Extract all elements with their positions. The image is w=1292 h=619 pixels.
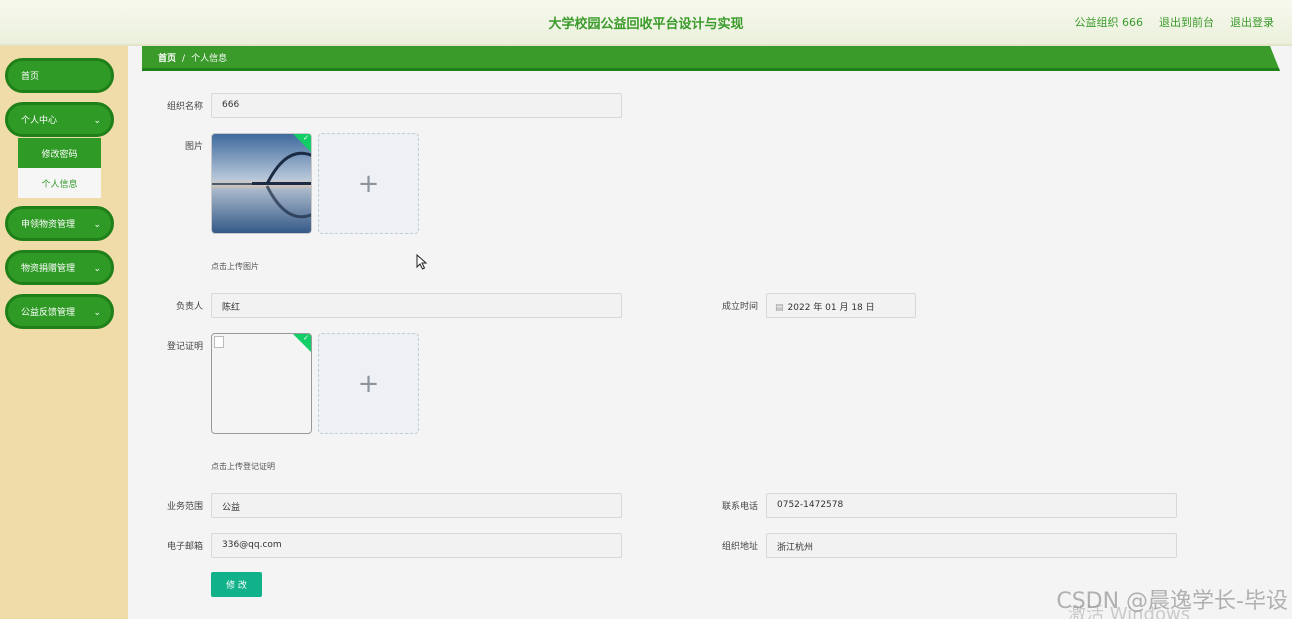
submenu-label: 修改密码 [41, 149, 78, 160]
phone-label: 联系电话 [721, 502, 758, 512]
org-name-field[interactable]: 666 [211, 93, 622, 118]
submenu-label: 个人信息 [41, 179, 78, 190]
top-header: 大学校园公益回收平台设计与实现 公益组织 666 退出到前台 退出登录 [0, 0, 1292, 46]
sidebar-item-feedback-management[interactable]: 公益反馈管理 ⌄ [5, 294, 114, 329]
uploaded-certificate-thumbnail[interactable]: ✓ [211, 333, 312, 434]
image-upload-hint: 点击上传图片 [211, 262, 259, 271]
image-label: 图片 [184, 142, 203, 152]
chevron-down-icon: ⌄ [93, 220, 101, 230]
founded-date-label: 成立时间 [721, 302, 758, 312]
plus-icon: + [357, 368, 380, 399]
certificate-label: 登记证明 [166, 342, 203, 352]
breadcrumb-current: 个人信息 [191, 54, 228, 64]
breadcrumb: 首页 / 个人信息 [142, 46, 1280, 71]
logout-link[interactable]: 退出登录 [1230, 14, 1274, 30]
address-field[interactable]: 浙江杭州 [766, 533, 1177, 558]
sidebar-item-label: 公益反馈管理 [21, 308, 76, 318]
chevron-down-icon: ⌄ [93, 116, 101, 126]
business-scope-label: 业务范围 [166, 502, 203, 512]
image-upload-button[interactable]: + [318, 133, 419, 234]
chevron-down-icon: ⌄ [93, 264, 101, 274]
leader-field[interactable]: 陈红 [211, 293, 622, 318]
breadcrumb-separator: / [182, 54, 186, 64]
sidebar-item-personal-center[interactable]: 个人中心 ⌄ [5, 102, 114, 137]
sidebar-subitem-change-password[interactable]: 修改密码 [18, 138, 101, 168]
sidebar-item-label: 申领物资管理 [21, 220, 76, 230]
upload-success-badge [292, 334, 311, 353]
sidebar-item-donation-management[interactable]: 物资捐赠管理 ⌄ [5, 250, 114, 285]
chevron-down-icon: ⌄ [93, 308, 101, 318]
certificate-upload-button[interactable]: + [318, 333, 419, 434]
breadcrumb-home[interactable]: 首页 [158, 54, 176, 64]
sidebar-item-claim-supplies[interactable]: 申领物资管理 ⌄ [5, 206, 114, 241]
email-label: 电子邮箱 [166, 542, 203, 552]
calendar-icon: ▤ [775, 303, 784, 313]
uploaded-image-thumbnail[interactable]: ✓ [211, 133, 312, 234]
upload-success-badge [292, 134, 311, 153]
sidebar: 首页 个人中心 ⌄ 修改密码 个人信息 申领物资管理 ⌄ 物资捐赠管理 ⌄ 公益… [0, 46, 128, 619]
sidebar-item-label: 首页 [21, 72, 40, 82]
sidebar-item-label: 物资捐赠管理 [21, 264, 76, 274]
plus-icon: + [357, 168, 380, 199]
founded-date-value: 2022 年 01 月 18 日 [787, 303, 875, 313]
business-scope-field[interactable]: 公益 [211, 493, 622, 518]
current-user-label[interactable]: 公益组织 666 [1075, 14, 1144, 30]
broken-image-icon [214, 336, 224, 348]
sidebar-subitem-personal-info[interactable]: 个人信息 [18, 168, 101, 198]
breadcrumb-trail: 首页 / 个人信息 [158, 51, 227, 64]
address-label: 组织地址 [721, 542, 758, 552]
sidebar-item-label: 个人中心 [21, 116, 58, 126]
leader-label: 负责人 [175, 302, 203, 312]
mouse-cursor-icon [416, 254, 428, 270]
submit-button[interactable]: 修 改 [211, 572, 262, 597]
sidebar-item-home[interactable]: 首页 [5, 58, 114, 93]
csdn-watermark: CSDN @晨逸学长-毕设 [1056, 589, 1288, 614]
certificate-upload-hint: 点击上传登记证明 [211, 462, 275, 471]
top-links: 公益组织 666 退出到前台 退出登录 [1075, 14, 1275, 30]
check-icon: ✓ [303, 334, 309, 342]
founded-date-picker[interactable]: ▤ 2022 年 01 月 18 日 [766, 293, 916, 318]
org-name-label: 组织名称 [166, 102, 203, 112]
check-icon: ✓ [303, 134, 309, 142]
exit-to-front-link[interactable]: 退出到前台 [1159, 14, 1214, 30]
phone-field[interactable]: 0752-1472578 [766, 493, 1177, 518]
email-field[interactable]: 336@qq.com [211, 533, 622, 558]
